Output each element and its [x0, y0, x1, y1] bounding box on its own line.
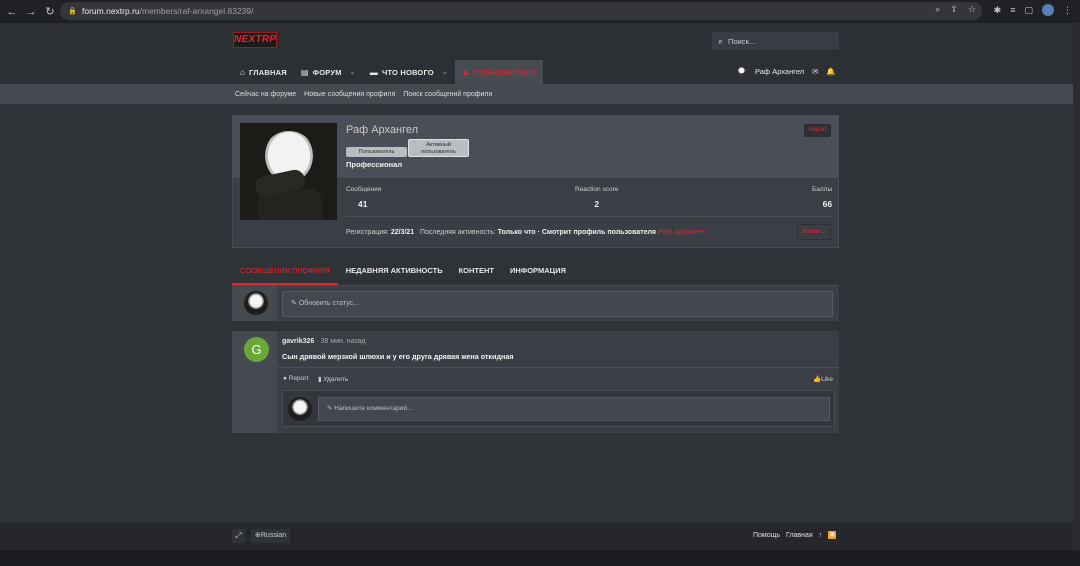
- profile-avatar[interactable]: [240, 123, 337, 220]
- user-avatar[interactable]: [736, 65, 747, 77]
- footer-home-link[interactable]: Главная: [786, 532, 813, 539]
- browser-toolbar: ← → ↻ 🔒 forum.nextrp.ru/members/raf-arxa…: [0, 0, 1080, 23]
- search-placeholder: Поиск...: [728, 36, 756, 46]
- chevron-down-icon: ⌄: [820, 229, 826, 235]
- subnav-search-profile-posts[interactable]: Поиск сообщений профиля: [403, 91, 492, 98]
- bookmark-star-icon[interactable]: ☆: [968, 4, 976, 15]
- profile-post: G gavrik326 · 38 мин. назад Сын дрявой м…: [232, 331, 839, 433]
- browser-menu-icon[interactable]: ⋮: [1063, 5, 1072, 16]
- home-icon: ⌂: [240, 67, 246, 77]
- post-body: Сын дрявой мерзкой шлюхи и у его друга д…: [282, 352, 514, 361]
- status-update-block: ✎ Обновить статус...: [232, 285, 839, 321]
- nav-home[interactable]: ⌂ ГЛАВНАЯ: [233, 60, 294, 84]
- pencil-icon: ✎: [291, 300, 297, 307]
- reading-list-icon[interactable]: ≡: [1010, 5, 1015, 15]
- search-icon: ⌕: [718, 35, 724, 46]
- site-footer: ⤢ ⊕Russian Помощь Главная ↑ ◉: [0, 523, 1080, 550]
- tab-information[interactable]: ИНФОРМАЦИЯ: [502, 261, 574, 285]
- current-user-avatar[interactable]: [244, 291, 268, 315]
- comments-icon: ▤: [300, 67, 309, 77]
- url-host: forum.nextrp.ru: [82, 6, 140, 16]
- back-icon[interactable]: ←: [5, 5, 19, 19]
- url-path: /members/raf-arxangel.83239/: [139, 6, 254, 16]
- forward-icon[interactable]: →: [24, 5, 38, 19]
- nav-whats-new[interactable]: ▬ ЧТО НОВОГО ⌄: [363, 60, 455, 84]
- arrow-up-icon[interactable]: ↑: [819, 532, 823, 539]
- comment-input[interactable]: ✎ Напишите комментарий...: [318, 397, 830, 421]
- post-actions: ● Report ▮ Удалить 👍Like: [277, 367, 839, 389]
- users-icon: ♟: [461, 67, 470, 77]
- post-author[interactable]: gavrik326: [282, 338, 314, 345]
- subnav-new-profile-posts[interactable]: Новые сообщения профиля: [304, 91, 395, 98]
- rss-icon[interactable]: ◉: [828, 531, 837, 539]
- status-input[interactable]: ✎ Обновить статус...: [282, 291, 833, 317]
- profile-name: Раф Архангел: [346, 124, 419, 136]
- language-chooser[interactable]: ⊕Russian: [251, 529, 291, 543]
- post-report-button[interactable]: ● Report: [283, 375, 308, 382]
- share-icon[interactable]: ⇪: [950, 4, 958, 15]
- post-like-button[interactable]: 👍Like: [813, 375, 833, 383]
- user-rank: Профессионал: [346, 160, 403, 169]
- profile-activity-line: Регистрация: 22/3/21 Последняя активност…: [346, 229, 705, 236]
- bottom-strip: [0, 550, 1080, 566]
- post-delete-button[interactable]: ▮ Удалить: [318, 375, 348, 383]
- bell-icon[interactable]: 🔔: [826, 67, 835, 76]
- site-header: NEXTRP ⌕ Поиск... ⌂ ГЛАВНАЯ ▤ ФОРУМ ⌄ ▬ …: [0, 23, 1080, 84]
- sub-navigation: Сейчас на форуме Новые сообщения профиля…: [0, 84, 1080, 104]
- lock-icon: 🔒: [68, 8, 77, 15]
- profile-tabs: СООБЩЕНИЯ ПРОФИЛЯ НЕДАВНЯЯ АКТИВНОСТЬ КО…: [232, 261, 574, 285]
- comment-user-avatar[interactable]: [288, 397, 312, 421]
- nav-forum[interactable]: ▤ ФОРУМ ⌄: [294, 60, 363, 84]
- last-activity-user-link[interactable]: Раф Архангел: [658, 229, 705, 236]
- profile-divider: [346, 216, 831, 217]
- address-bar[interactable]: 🔒 forum.nextrp.ru/members/raf-arxangel.8…: [60, 2, 982, 20]
- nav-users[interactable]: ♟ ПОЛЬЗОВАТЕЛИ: [454, 60, 543, 84]
- chat-icon: ▬: [369, 67, 378, 77]
- side-panel-icon[interactable]: ▢: [1024, 5, 1033, 16]
- find-button[interactable]: Найти ⌄: [797, 224, 831, 240]
- badge-user: Пользователь: [346, 147, 407, 157]
- main-nav: ⌂ ГЛАВНАЯ ▤ ФОРУМ ⌄ ▬ ЧТО НОВОГО ⌄ ♟ ПОЛ…: [233, 60, 543, 84]
- expand-icon[interactable]: ⤢: [232, 529, 245, 543]
- comment-area: ✎ Напишите комментарий...: [282, 390, 835, 427]
- account-bar: Раф Архангел ✉ 🔔: [736, 63, 836, 79]
- chevron-down-icon[interactable]: ⌄: [350, 68, 356, 76]
- site-logo[interactable]: NEXTRP: [233, 32, 277, 48]
- post-meta: gavrik326 · 38 мин. назад: [282, 338, 366, 345]
- subnav-online[interactable]: Сейчас на форуме: [235, 91, 296, 98]
- stat-reactions[interactable]: Reaction score 2: [575, 186, 618, 209]
- tab-recent-activity[interactable]: НЕДАВНЯЯ АКТИВНОСТЬ: [338, 261, 451, 285]
- flag-icon: ●: [283, 375, 287, 382]
- post-author-avatar[interactable]: G: [244, 337, 269, 362]
- pencil-icon: ✎: [327, 405, 333, 412]
- footer-help-link[interactable]: Помощь: [753, 532, 780, 539]
- report-button[interactable]: Report: [804, 124, 831, 137]
- tab-content[interactable]: КОНТЕНТ: [451, 261, 502, 285]
- envelope-icon[interactable]: ✉: [812, 67, 818, 76]
- search-input[interactable]: ⌕ Поиск...: [712, 32, 839, 50]
- stat-points[interactable]: Баллы 66: [812, 186, 832, 209]
- browser-profile-icon[interactable]: [1042, 4, 1054, 16]
- chevron-down-icon[interactable]: ⌄: [442, 68, 448, 76]
- footer-links: Помощь Главная ↑ ◉: [753, 531, 837, 539]
- stat-messages[interactable]: Сообщения 41: [346, 186, 381, 209]
- reload-icon[interactable]: ↻: [43, 5, 57, 19]
- post-time[interactable]: · 38 мин. назад: [316, 338, 365, 345]
- zoom-icon[interactable]: ⌕: [935, 4, 940, 15]
- scrollbar[interactable]: [1073, 23, 1080, 550]
- badge-active-user: Активный пользователь: [408, 139, 469, 157]
- extensions-icon[interactable]: ✱: [994, 5, 1002, 16]
- trash-icon: ▮: [318, 376, 322, 383]
- tab-profile-posts[interactable]: СООБЩЕНИЯ ПРОФИЛЯ: [232, 261, 338, 285]
- profile-card: Раф Архангел Активный пользователь Польз…: [232, 115, 839, 248]
- thumbs-up-icon: 👍: [813, 376, 822, 383]
- account-name[interactable]: Раф Архангел: [755, 67, 804, 76]
